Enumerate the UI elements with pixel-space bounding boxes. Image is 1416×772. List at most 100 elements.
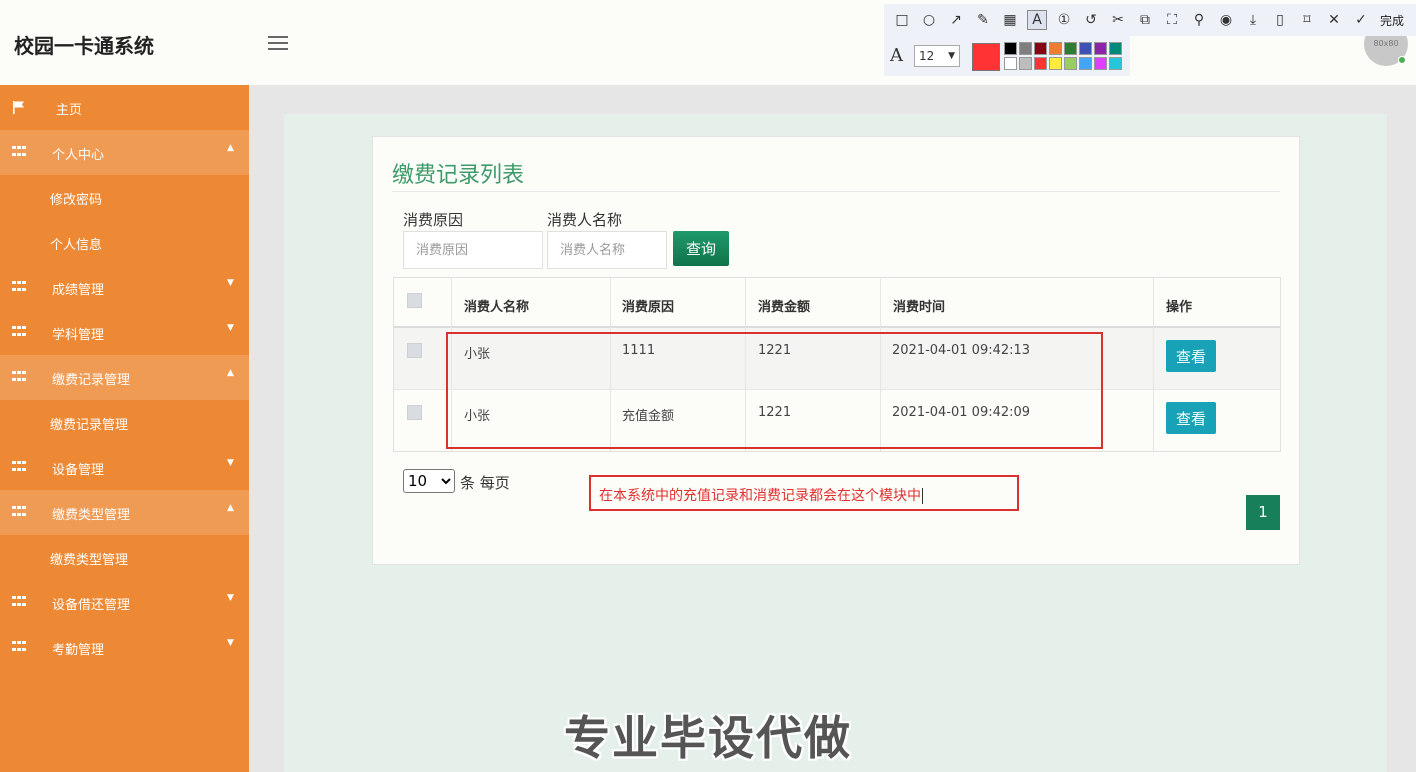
annotation-toolbar: □ ○ ↗ ✎ ▦ A ① ↺ ✂ ⧉ ⛶ ⚲ ◉ ⤓ ▯ ⌑ ✕ ✓ 完成 — [884, 4, 1416, 36]
page-size-select[interactable]: 10 — [403, 469, 455, 493]
annotation-style-bar: A 12 ▼ — [884, 36, 1130, 76]
sidebar-item[interactable]: ▼ 考勤管理 — [0, 625, 249, 670]
sidebar-subitem[interactable]: 个人信息 — [0, 220, 249, 265]
record-icon[interactable]: ◉ — [1216, 10, 1236, 30]
color-swatch[interactable] — [1109, 57, 1122, 70]
sidebar-item[interactable]: ▲ 个人中心 — [0, 130, 249, 175]
cut-icon[interactable]: ✂ — [1108, 10, 1128, 30]
text-icon[interactable]: A — [1027, 10, 1047, 30]
color-swatch[interactable] — [1049, 42, 1062, 55]
grid-icon — [12, 146, 26, 158]
sidebar-item-label: 主页 — [56, 103, 83, 118]
color-swatch[interactable] — [1019, 42, 1032, 55]
select-all-checkbox[interactable] — [407, 293, 422, 308]
grid-icon — [12, 641, 26, 653]
number-icon[interactable]: ① — [1054, 10, 1074, 30]
annotation-text-content: 在本系统中的充值记录和消费记录都会在这个模块中 — [599, 488, 921, 504]
chevron-down-icon: ▼ — [227, 278, 234, 288]
color-swatch[interactable] — [1019, 57, 1032, 70]
sidebar-item-label: 缴费记录管理 — [52, 373, 131, 388]
sidebar-item-label: 考勤管理 — [52, 643, 105, 658]
grid-icon — [12, 371, 26, 383]
sidebar-item-label: 缴费记录管理 — [50, 418, 129, 433]
color-swatch[interactable] — [1049, 57, 1062, 70]
sidebar-item[interactable]: ▼ 成绩管理 — [0, 265, 249, 310]
color-swatch[interactable] — [1034, 57, 1047, 70]
color-swatch[interactable] — [1079, 57, 1092, 70]
app-title: 校园一卡通系统 — [14, 34, 154, 58]
crop-icon[interactable]: ⛶ — [1162, 10, 1182, 30]
row-checkbox[interactable] — [407, 405, 422, 420]
header-divider — [394, 326, 1280, 328]
color-swatch[interactable] — [1079, 42, 1092, 55]
rect-icon[interactable]: □ — [892, 10, 912, 30]
current-color-swatch[interactable] — [972, 43, 1000, 71]
sidebar-item-home[interactable]: 主页 — [0, 85, 249, 130]
search-button[interactable]: 查询 — [673, 231, 729, 266]
ellipse-icon[interactable]: ○ — [919, 10, 939, 30]
sidebar-item[interactable]: ▼ 设备管理 — [0, 445, 249, 490]
sidebar-subitem[interactable]: 缴费类型管理 — [0, 535, 249, 580]
close-icon[interactable]: ✕ — [1324, 10, 1344, 30]
menu-toggle-icon[interactable] — [268, 36, 288, 50]
mosaic-icon[interactable]: ▦ — [1000, 10, 1020, 30]
sidebar-subitem[interactable]: 缴费记录管理 — [0, 400, 249, 445]
chevron-up-icon: ▲ — [227, 368, 234, 378]
row-checkbox[interactable] — [407, 343, 422, 358]
bookmark-icon[interactable]: ⌑ — [1297, 10, 1317, 30]
sidebar-item-label: 设备借还管理 — [52, 598, 131, 613]
reason-input[interactable] — [403, 231, 543, 269]
sidebar-item-label: 缴费类型管理 — [50, 553, 129, 568]
color-swatch[interactable] — [1064, 42, 1077, 55]
color-swatch[interactable] — [1004, 57, 1017, 70]
annotation-text-box[interactable]: 在本系统中的充值记录和消费记录都会在这个模块中 — [589, 475, 1019, 511]
chevron-down-icon: ▼ — [227, 638, 234, 648]
color-swatch[interactable] — [1034, 42, 1047, 55]
sidebar-item[interactable]: ▼ 学科管理 — [0, 310, 249, 355]
online-status-dot — [1398, 56, 1406, 64]
view-button[interactable]: 查看 — [1166, 402, 1216, 434]
sidebar-item-label: 个人中心 — [52, 148, 105, 163]
chevron-up-icon: ▲ — [227, 503, 234, 513]
reason-label: 消费原因 — [403, 211, 464, 229]
sidebar-item[interactable]: ▲ 缴费类型管理 — [0, 490, 249, 535]
grid-icon — [12, 506, 26, 518]
pencil-icon[interactable]: ✎ — [973, 10, 993, 30]
sidebar-item-label: 个人信息 — [50, 238, 103, 253]
undo-icon[interactable]: ↺ — [1081, 10, 1101, 30]
download-icon[interactable]: ⤓ — [1243, 10, 1263, 30]
flag-icon — [13, 101, 24, 114]
font-size-select[interactable]: 12 ▼ — [914, 45, 960, 67]
chevron-up-icon: ▲ — [227, 143, 234, 153]
color-swatch[interactable] — [1094, 57, 1107, 70]
phone-icon[interactable]: ▯ — [1270, 10, 1290, 30]
check-icon[interactable]: ✓ — [1351, 10, 1371, 30]
font-size-value: 12 — [919, 49, 935, 63]
name-input[interactable] — [547, 231, 667, 269]
color-swatch[interactable] — [1004, 42, 1017, 55]
sidebar-item[interactable]: ▼ 设备借还管理 — [0, 580, 249, 625]
chevron-down-icon: ▼ — [948, 51, 955, 61]
color-swatch[interactable] — [1064, 57, 1077, 70]
color-swatch[interactable] — [1094, 42, 1107, 55]
sidebar-item-label: 设备管理 — [52, 463, 105, 478]
grid-icon — [12, 461, 26, 473]
arrow-icon[interactable]: ↗ — [946, 10, 966, 30]
sidebar-item-label: 学科管理 — [52, 328, 105, 343]
per-page-label: 条 每页 — [460, 474, 510, 492]
color-swatch[interactable] — [1109, 42, 1122, 55]
pin-icon[interactable]: ⚲ — [1189, 10, 1209, 30]
th-time: 消费时间 — [893, 300, 946, 315]
chevron-down-icon: ▼ — [227, 323, 234, 333]
view-button[interactable]: 查看 — [1166, 340, 1216, 372]
sidebar-subitem[interactable]: 修改密码 — [0, 175, 249, 220]
th-reason: 消费原因 — [622, 300, 675, 315]
done-button[interactable]: 完成 — [1380, 12, 1404, 29]
translate-icon[interactable]: ⧉ — [1135, 10, 1155, 30]
sidebar-item[interactable]: ▲ 缴费记录管理 — [0, 355, 249, 400]
chevron-down-icon: ▼ — [227, 458, 234, 468]
col-divider — [1153, 278, 1154, 451]
title-divider — [392, 191, 1280, 192]
page-button-1[interactable]: 1 — [1246, 495, 1280, 530]
th-amount: 消费金额 — [758, 300, 811, 315]
